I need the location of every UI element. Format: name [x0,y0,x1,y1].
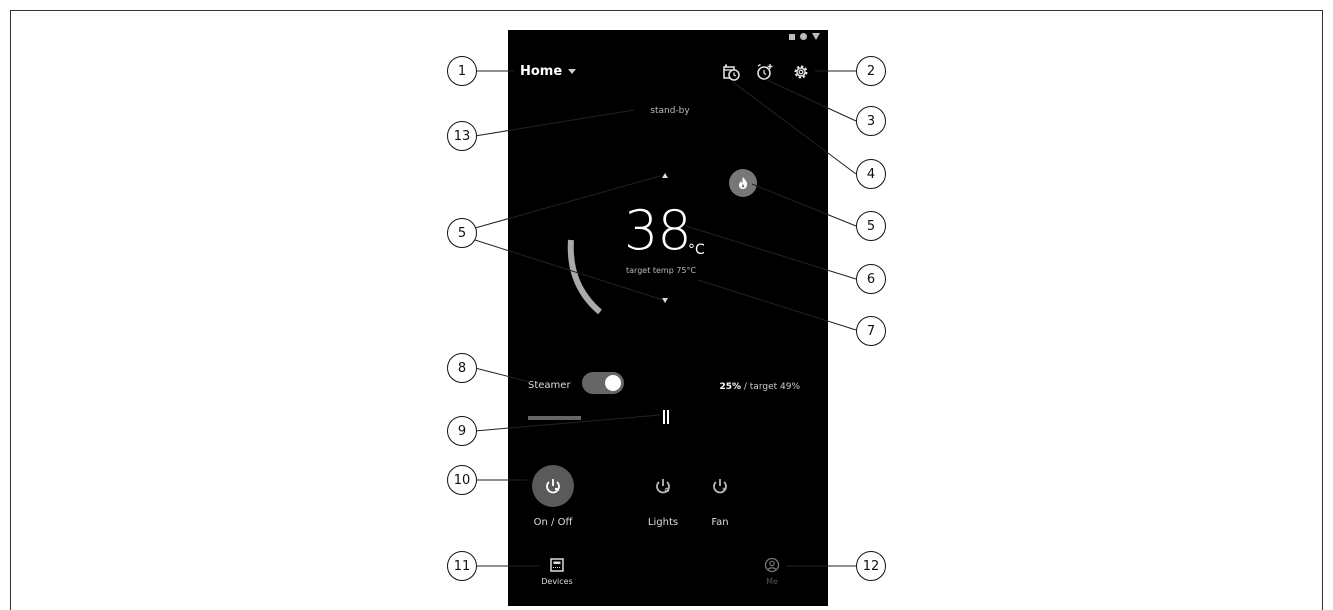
callout-6: 6 [856,264,886,294]
callout-3: 3 [856,106,886,136]
callout-leader-lines [474,70,857,567]
callout-2: 2 [856,56,886,86]
callout-11: 11 [447,551,477,581]
callout-12: 12 [856,551,886,581]
callout-4: 4 [856,159,886,189]
callout-1: 1 [447,56,477,86]
callout-9: 9 [447,416,477,446]
callout-5-right: 5 [856,211,886,241]
callout-5-left: 5 [447,218,477,248]
callout-8: 8 [447,353,477,383]
callout-10: 10 [447,465,477,495]
callout-7: 7 [856,316,886,346]
manual-figure: Home stand-by 38 °C target temp 75°C Ste… [0,0,1333,610]
callout-13: 13 [447,121,477,151]
